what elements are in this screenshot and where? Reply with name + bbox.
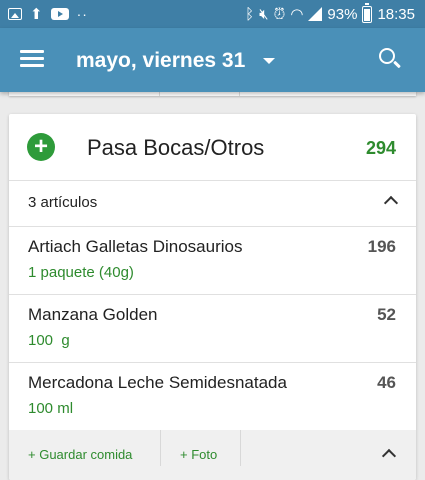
search-icon[interactable] bbox=[379, 48, 403, 72]
food-item[interactable]: Manzana Golden 100 g 52 bbox=[9, 295, 416, 362]
food-item-calories: 196 bbox=[367, 237, 396, 256]
chevron-down-icon bbox=[263, 58, 276, 64]
food-item[interactable]: Mercadona Leche Semidesnatada 100 ml 46 bbox=[9, 363, 416, 430]
signal-icon bbox=[308, 7, 323, 21]
meal-total-calories: 294 bbox=[365, 138, 396, 158]
bluetooth-icon: ᛒ bbox=[245, 5, 255, 23]
food-item-name: Manzana Golden bbox=[28, 305, 158, 324]
battery-percent: 93% bbox=[327, 5, 358, 23]
date-title: mayo, viernes 31 bbox=[76, 49, 246, 72]
status-bar-notifications: ⬆ ·· bbox=[8, 5, 88, 23]
food-item[interactable]: Artiach Galletas Dinosaurios 1 paquete (… bbox=[9, 227, 416, 294]
food-item-name: Artiach Galletas Dinosaurios bbox=[28, 237, 243, 256]
food-item-calories: 46 bbox=[377, 373, 396, 392]
status-bar-system: ᛒ 🔇︎ ⏰︎ ◠ 93% 18:35 bbox=[245, 2, 415, 24]
more-dots-icon: ·· bbox=[76, 6, 88, 22]
menu-icon[interactable] bbox=[20, 50, 44, 68]
item-count-label: 3 artículos bbox=[28, 194, 98, 211]
app-bar: mayo, viernes 31 bbox=[0, 28, 425, 92]
footer-divider bbox=[240, 430, 241, 466]
date-selector[interactable]: mayo, viernes 31 bbox=[76, 46, 276, 76]
meal-footer: + Guardar comida + Foto bbox=[9, 430, 416, 480]
upload-icon: ⬆ bbox=[30, 5, 43, 23]
meal-header: + Pasa Bocas/Otros 294 bbox=[9, 114, 416, 180]
food-item-calories: 52 bbox=[377, 305, 396, 324]
wifi-icon: ◠ bbox=[290, 6, 304, 23]
footer-divider bbox=[160, 430, 161, 466]
meal-title: Pasa Bocas/Otros bbox=[87, 135, 265, 160]
meal-card: + Pasa Bocas/Otros 294 3 artículos Artia… bbox=[9, 114, 416, 480]
alarm-icon: ⏰︎ bbox=[273, 5, 286, 23]
add-photo-button[interactable]: + Foto bbox=[180, 447, 217, 462]
food-item-portion: 100 ml bbox=[28, 400, 74, 417]
collapse-chevron-icon[interactable] bbox=[381, 448, 397, 464]
image-icon bbox=[8, 8, 22, 20]
save-meal-button[interactable]: + Guardar comida bbox=[28, 447, 132, 462]
add-food-button[interactable]: + bbox=[27, 133, 55, 161]
item-count-row[interactable]: 3 artículos bbox=[9, 180, 416, 226]
youtube-icon bbox=[50, 8, 69, 20]
clock: 18:35 bbox=[377, 5, 415, 23]
status-bar: ⬆ ·· ᛒ 🔇︎ ⏰︎ ◠ 93% 18:35 bbox=[0, 0, 425, 28]
food-item-portion: 100 g bbox=[28, 332, 70, 349]
mute-icon: 🔇︎ bbox=[259, 5, 269, 23]
chevron-up-icon[interactable] bbox=[383, 195, 399, 211]
food-item-name: Mercadona Leche Semidesnatada bbox=[28, 373, 287, 392]
food-item-portion: 1 paquete (40g) bbox=[28, 264, 134, 281]
battery-icon bbox=[362, 2, 373, 23]
